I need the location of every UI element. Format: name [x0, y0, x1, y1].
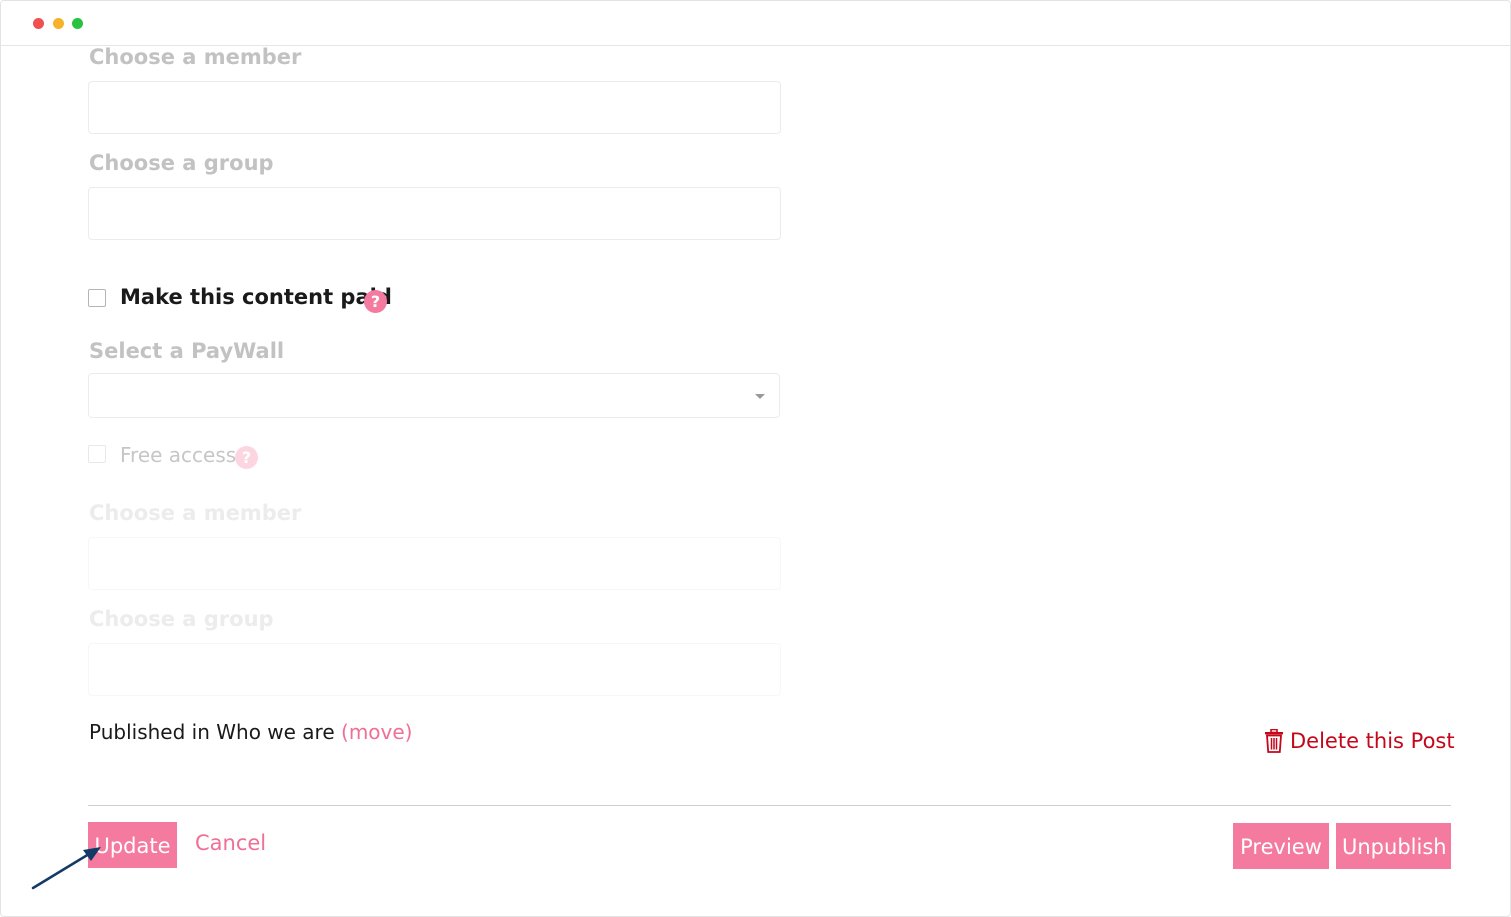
- close-window-icon[interactable]: [33, 18, 44, 29]
- member-input-2[interactable]: [88, 537, 781, 590]
- group-input-2[interactable]: [88, 643, 781, 696]
- choose-member-label: Choose a member: [89, 45, 302, 69]
- free-access-checkbox[interactable]: [88, 445, 106, 463]
- published-in-label: Published in Who we are: [89, 720, 335, 744]
- minimize-window-icon[interactable]: [53, 18, 64, 29]
- free-access-label: Free access:: [120, 443, 243, 467]
- app-window: Choose a member Choose a group Make this…: [0, 0, 1511, 917]
- help-icon[interactable]: ?: [364, 290, 387, 313]
- choose-group-label: Choose a group: [89, 151, 274, 175]
- member-input[interactable]: [88, 81, 781, 134]
- published-in-text: Published in Who we are (move): [89, 720, 412, 744]
- paid-content-checkbox[interactable]: [88, 289, 106, 307]
- annotation-arrow-icon: [31, 847, 101, 890]
- maximize-window-icon[interactable]: [72, 18, 83, 29]
- form-divider: [88, 805, 1451, 806]
- delete-post-label: Delete this Post: [1290, 729, 1455, 753]
- unpublish-button[interactable]: Unpublish: [1336, 823, 1451, 869]
- move-link[interactable]: (move): [341, 720, 412, 744]
- paywall-label: Select a PayWall: [89, 339, 285, 363]
- paywall-select[interactable]: [88, 373, 780, 418]
- trash-icon: [1265, 728, 1283, 753]
- caret-down-icon: [755, 394, 765, 399]
- choose-group-label-2: Choose a group: [89, 607, 274, 631]
- delete-post-link[interactable]: Delete this Post: [1264, 728, 1455, 753]
- group-input[interactable]: [88, 187, 781, 240]
- cancel-link[interactable]: Cancel: [195, 831, 266, 855]
- choose-member-label-2: Choose a member: [89, 501, 302, 525]
- help-icon[interactable]: ?: [235, 446, 258, 469]
- preview-button[interactable]: Preview: [1233, 823, 1329, 869]
- paid-content-label: Make this content paid: [120, 285, 392, 309]
- title-bar: [1, 1, 1510, 46]
